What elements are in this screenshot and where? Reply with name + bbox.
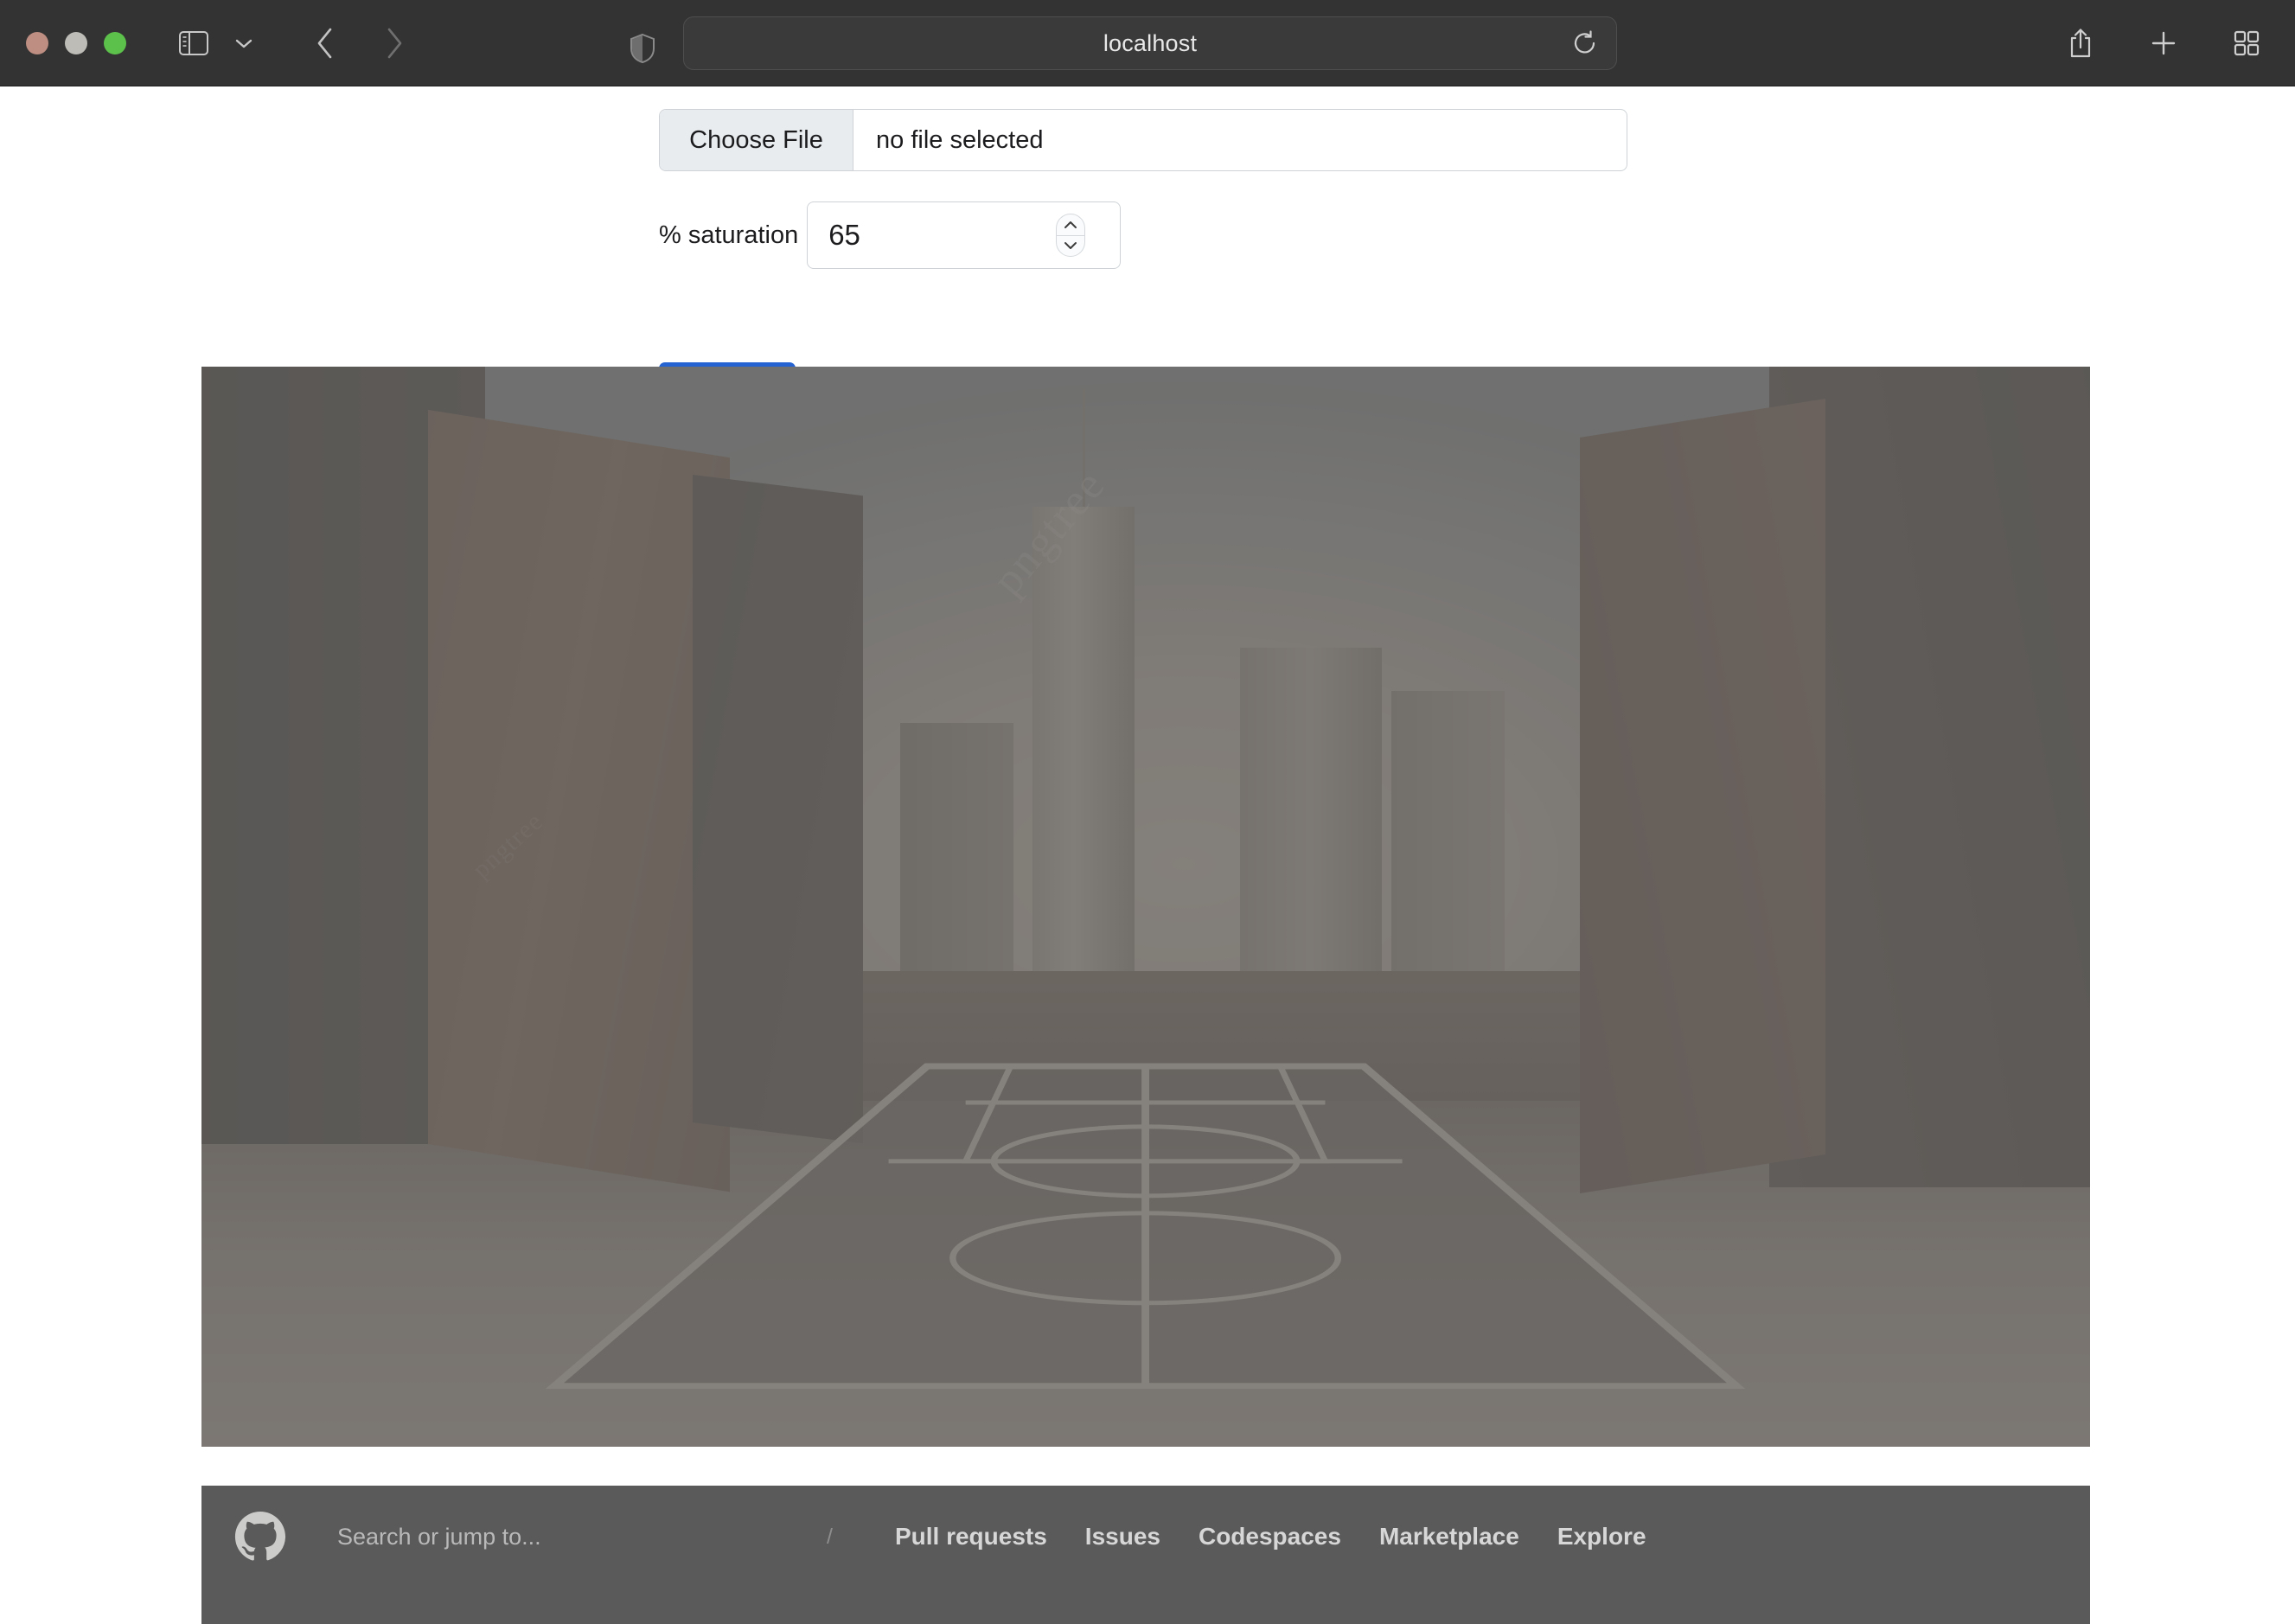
saturation-value: 65 [808, 219, 860, 252]
file-name-label: no file selected [853, 110, 1627, 170]
github-nav: Pull requests Issues Codespaces Marketpl… [895, 1523, 1646, 1550]
minimize-button[interactable] [65, 32, 87, 54]
browser-toolbar: localhost [0, 0, 2295, 86]
nav-item-pull-requests[interactable]: Pull requests [895, 1523, 1047, 1550]
sidebar-toggle-icon[interactable] [169, 19, 218, 67]
nav-item-explore[interactable]: Explore [1557, 1523, 1646, 1550]
address-bar-container: localhost [683, 16, 1617, 70]
privacy-shield-icon[interactable] [618, 24, 667, 73]
saturation-input[interactable]: 65 [807, 201, 1121, 269]
close-button[interactable] [26, 32, 48, 54]
maximize-button[interactable] [104, 32, 126, 54]
sidebar-controls [169, 19, 268, 67]
choose-file-button[interactable]: Choose File [660, 110, 853, 170]
result-image: pngtree pngtree [201, 367, 2090, 1447]
reload-icon[interactable] [1566, 24, 1604, 62]
navigation-buttons [301, 19, 419, 67]
file-input[interactable]: Choose File no file selected [659, 109, 1627, 171]
page-content: Choose File no file selected % saturatio… [0, 87, 2295, 1624]
saturation-label: % saturation [659, 221, 798, 250]
github-logo-icon[interactable] [233, 1510, 287, 1563]
back-arrow-icon[interactable] [301, 19, 349, 67]
window-controls [0, 32, 126, 54]
stepper-down-icon[interactable] [1064, 236, 1077, 257]
saturation-row: % saturation 65 [659, 201, 1121, 269]
search-shortcut-hint: / [827, 1525, 833, 1550]
github-header: Search or jump to... / Pull requests Iss… [201, 1486, 2090, 1588]
address-bar[interactable]: localhost [683, 16, 1617, 70]
nav-item-codespaces[interactable]: Codespaces [1199, 1523, 1341, 1550]
chevron-down-icon[interactable] [220, 19, 268, 67]
photo-desaturation-overlay [201, 367, 2090, 1447]
nav-item-issues[interactable]: Issues [1085, 1523, 1160, 1550]
plus-icon[interactable] [2139, 19, 2188, 67]
quantity-stepper[interactable] [1056, 214, 1085, 257]
tab-overview-icon[interactable] [2222, 19, 2271, 67]
nav-item-marketplace[interactable]: Marketplace [1379, 1523, 1519, 1550]
toolbar-right-actions [2056, 0, 2271, 86]
github-page-section: Search or jump to... / Pull requests Iss… [201, 1486, 2090, 1624]
stepper-up-icon[interactable] [1064, 214, 1077, 235]
search-input[interactable]: Search or jump to... [337, 1524, 752, 1550]
share-icon[interactable] [2056, 19, 2105, 67]
browser-window: localhost [0, 0, 2295, 1624]
forward-arrow-icon[interactable] [370, 19, 419, 67]
url-text: localhost [1103, 30, 1197, 57]
